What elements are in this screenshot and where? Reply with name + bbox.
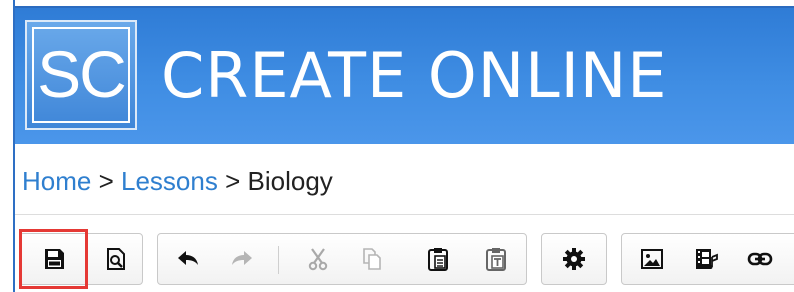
save-button[interactable]	[32, 234, 76, 284]
undo-icon	[178, 251, 198, 265]
breadcrumb-separator: >	[98, 166, 122, 196]
preview-button[interactable]	[94, 234, 138, 284]
editor-toolbar	[15, 215, 794, 292]
breadcrumb-lessons-link[interactable]: Lessons	[121, 166, 218, 196]
toolbar-group-file	[19, 233, 143, 285]
link-icon	[747, 252, 773, 266]
undo-button[interactable]	[166, 234, 210, 284]
cut-icon	[308, 248, 328, 271]
app-logo: SC	[25, 20, 137, 130]
cut-button[interactable]	[296, 234, 340, 284]
redo-button[interactable]	[220, 234, 264, 284]
insert-image-button[interactable]	[630, 234, 674, 284]
app-banner: SC CREATE ONLINE	[15, 6, 794, 144]
toolbar-group-settings	[541, 233, 607, 285]
media-icon	[696, 249, 718, 269]
gear-icon	[563, 248, 585, 270]
paste-text-icon	[486, 248, 506, 271]
settings-button[interactable]	[552, 234, 596, 284]
breadcrumb: Home > Lessons > Biology	[22, 164, 333, 198]
window-left-frame	[0, 0, 15, 292]
save-icon	[45, 249, 64, 269]
breadcrumb-current: Biology	[247, 166, 333, 196]
paste-icon	[428, 248, 448, 271]
toolbar-separator	[278, 246, 279, 274]
image-icon	[641, 249, 663, 269]
app-title: CREATE ONLINE	[161, 39, 668, 112]
insert-link-button[interactable]	[738, 234, 782, 284]
breadcrumb-separator: >	[225, 166, 248, 196]
toolbar-group-edit	[157, 233, 527, 285]
logo-text: SC	[37, 37, 127, 111]
preview-icon	[107, 248, 125, 270]
copy-icon	[363, 248, 381, 270]
paste-button[interactable]	[416, 234, 460, 284]
insert-media-button[interactable]	[684, 234, 728, 284]
toolbar-group-insert	[621, 233, 794, 285]
copy-button[interactable]	[350, 234, 394, 284]
redo-icon	[232, 251, 252, 265]
breadcrumb-home-link[interactable]: Home	[22, 166, 91, 196]
paste-text-button[interactable]	[474, 234, 518, 284]
